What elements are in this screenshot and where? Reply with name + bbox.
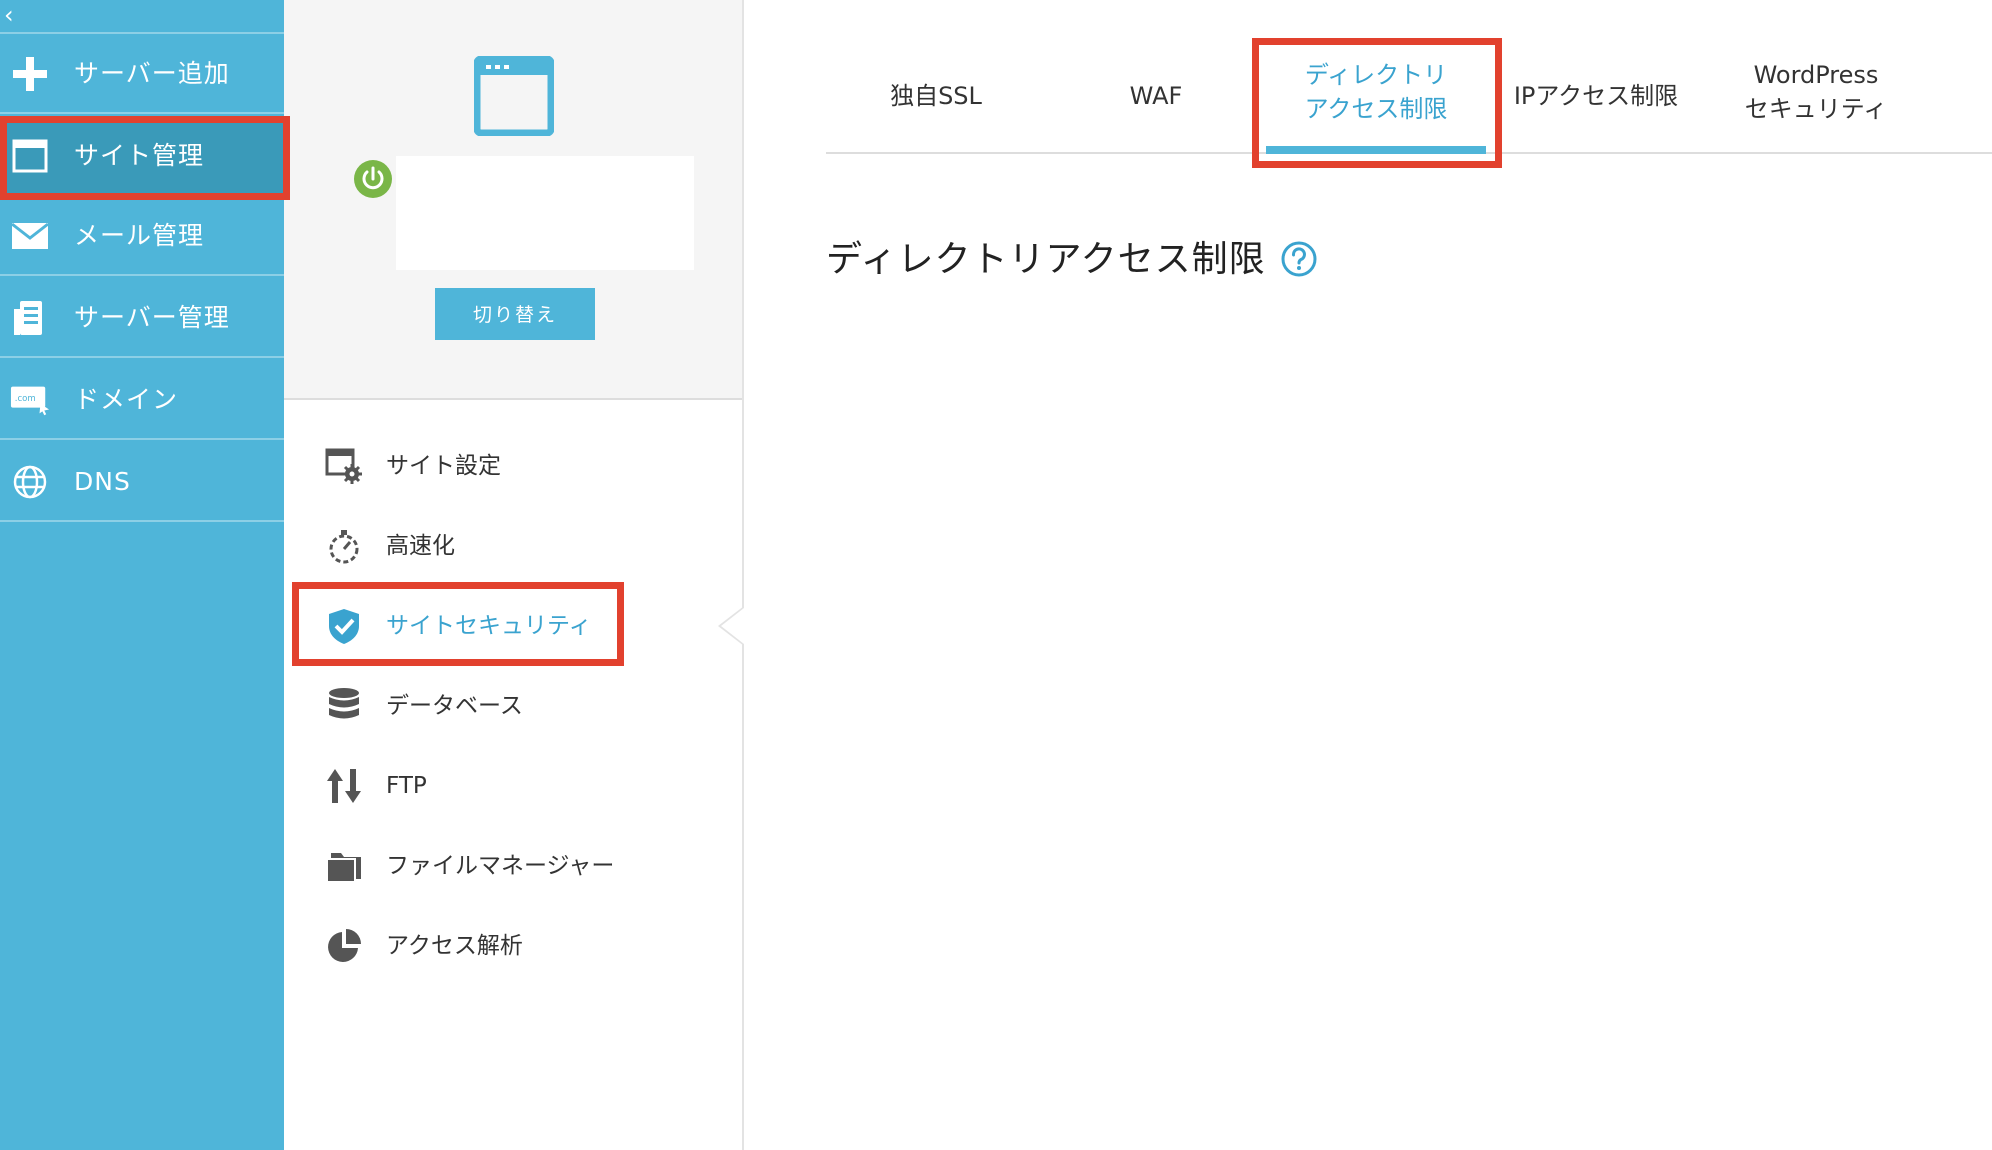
tab-label: 独自SSL <box>890 82 982 110</box>
database-icon <box>324 686 364 726</box>
sidebar-item-label: DNS <box>74 467 131 496</box>
site-menu-label: データベース <box>386 693 523 719</box>
tab-label-line2: セキュリティ <box>1744 95 1888 123</box>
question-circle-icon[interactable] <box>1280 240 1318 278</box>
transfer-arrows-icon <box>324 766 364 806</box>
sidebar-item-add-server[interactable]: サーバー追加 <box>0 34 284 114</box>
window-icon <box>10 136 50 176</box>
site-menu-label: アクセス解析 <box>386 933 523 959</box>
site-menu-label: サイトセキュリティ <box>386 613 592 639</box>
plus-icon <box>10 54 50 94</box>
tab-directory-access-restriction[interactable]: ディレクトリ アクセス制限 <box>1266 40 1486 152</box>
tab-wordpress-security[interactable]: WordPress セキュリティ <box>1706 40 1926 152</box>
site-menu-item-file-manager[interactable]: ファイルマネージャー <box>324 836 684 896</box>
site-menu-label: 高速化 <box>386 533 455 559</box>
sidebar-item-server-management[interactable]: サーバー管理 <box>0 278 284 358</box>
sidebar-item-label: サーバー管理 <box>74 303 230 332</box>
tab-label: IPアクセス制限 <box>1513 82 1679 110</box>
tab-label-line1: ディレクトリ <box>1304 61 1448 89</box>
folder-icon <box>324 846 364 886</box>
site-panel: 切り替え サイト設定 高速化 サイトセキュリティ データベース FTP ファイル… <box>284 0 744 1150</box>
main-sidebar: ‹ サーバー追加 サイト管理 メール管理 サーバー管理 .com ドメイン DN… <box>0 0 284 1150</box>
tab-label-line2: アクセス制限 <box>1304 95 1448 123</box>
sidebar-item-dns[interactable]: DNS <box>0 442 284 522</box>
active-item-pointer-fill <box>721 608 744 644</box>
globe-icon <box>10 462 50 502</box>
site-menu-item-ftp[interactable]: FTP <box>324 756 684 816</box>
site-card: 切り替え <box>284 0 742 400</box>
pie-chart-icon <box>324 926 364 966</box>
sidebar-item-label: ドメイン <box>74 385 179 414</box>
sidebar-item-mail-management[interactable]: メール管理 <box>0 196 284 276</box>
sidebar-item-label: メール管理 <box>74 221 205 250</box>
shield-check-icon <box>324 606 364 646</box>
browser-window-icon <box>474 56 554 136</box>
switch-site-button[interactable]: 切り替え <box>435 288 595 340</box>
svg-text:.com: .com <box>15 394 36 404</box>
site-menu-item-speed-up[interactable]: 高速化 <box>324 516 684 576</box>
site-name <box>396 156 694 270</box>
sidebar-item-domain[interactable]: .com ドメイン <box>0 360 284 440</box>
site-menu-item-site-security[interactable]: サイトセキュリティ <box>324 596 684 656</box>
tab-waf[interactable]: WAF <box>1046 40 1266 152</box>
site-menu-label: サイト設定 <box>386 453 501 479</box>
mail-icon <box>10 216 50 256</box>
site-menu-label: FTP <box>386 773 427 799</box>
site-menu-label: ファイルマネージャー <box>386 853 615 879</box>
site-menu-item-access-analysis[interactable]: アクセス解析 <box>324 916 684 976</box>
power-icon[interactable] <box>354 160 392 198</box>
sidebar-item-label: サーバー追加 <box>74 59 230 88</box>
tab-label: WAF <box>1129 82 1183 110</box>
domain-icon: .com <box>10 380 50 420</box>
site-menu-item-site-settings[interactable]: サイト設定 <box>324 436 684 496</box>
security-tab-bar: 独自SSL WAF ディレクトリ アクセス制限 IPアクセス制限 WordPre… <box>826 40 1992 154</box>
tab-ip-access-restriction[interactable]: IPアクセス制限 <box>1486 40 1706 152</box>
server-icon <box>10 298 50 338</box>
stopwatch-icon <box>324 526 364 566</box>
sidebar-item-label: サイト管理 <box>74 141 205 170</box>
tab-label-line1: WordPress <box>1753 61 1879 89</box>
sidebar-item-site-management[interactable]: サイト管理 <box>0 116 284 196</box>
active-tab-indicator <box>1266 146 1486 154</box>
chevron-left-icon[interactable]: ‹ <box>4 2 24 28</box>
page-title: ディレクトリアクセス制限 <box>826 239 1266 280</box>
site-menu-item-database[interactable]: データベース <box>324 676 684 736</box>
tab-ssl[interactable]: 独自SSL <box>826 40 1046 152</box>
site-settings-icon <box>324 446 364 486</box>
